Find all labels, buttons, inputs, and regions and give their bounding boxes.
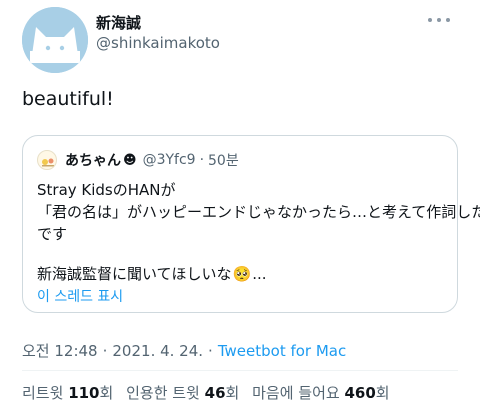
cat-avatar-icon <box>22 7 88 73</box>
more-horizontal-icon[interactable] <box>424 13 454 27</box>
likes-count: 460 <box>344 384 376 402</box>
quote-text-line: です <box>37 225 68 243</box>
separator-dot: · <box>102 342 108 360</box>
separator-dot: · <box>199 152 205 168</box>
retweets-count: 110 <box>68 384 100 402</box>
quote-header: あちゃん ☻ @3Yfc9 · 50분 <box>65 150 239 170</box>
smiley-emoji: ☻ <box>123 152 137 168</box>
quote-text-line-last: 新海誠監督に聞いてほしいな🥺... <box>37 263 267 284</box>
quotes-count: 46 <box>204 384 226 402</box>
tweet-meta: 오전 12:48 · 2021. 4. 24. · Tweetbot for Mac <box>22 340 346 361</box>
tweet-time[interactable]: 오전 12:48 <box>22 342 98 360</box>
quote-author-name[interactable]: あちゃん <box>65 150 121 170</box>
tweet-text: beautiful! <box>22 88 114 110</box>
quoted-tweet[interactable]: あちゃん ☻ @3Yfc9 · 50분 Stray KidsのHANが 「君の名… <box>22 135 480 313</box>
pleading-face-emoji: 🥺 <box>232 265 252 283</box>
likes-unit: 회 <box>375 384 390 402</box>
retweets-stat[interactable]: 리트윗 110회 <box>22 384 113 402</box>
quote-time[interactable]: 50분 <box>208 150 239 170</box>
quote-text-line: Stray KidsのHANが <box>37 181 176 199</box>
author-name[interactable]: 新海誠 <box>96 12 141 33</box>
separator-dot: · <box>208 342 213 360</box>
quote-text: 新海誠監督に聞いてほしいな <box>37 265 232 283</box>
likes-stat[interactable]: 마음에 들어요 460회 <box>252 384 389 402</box>
ellipsis: ... <box>252 265 267 283</box>
quote-avatar-icon[interactable] <box>37 150 57 170</box>
author-avatar[interactable] <box>22 7 88 73</box>
author-handle[interactable]: @shinkaimakoto <box>96 34 220 52</box>
retweets-label: 리트윗 <box>22 384 64 402</box>
tweet-source-link[interactable]: Tweetbot for Mac <box>218 342 346 360</box>
quote-text-line: 「君の名は」がハッピーエンドじゃなかったら…と考えて作詞した曲 <box>37 203 480 221</box>
quotes-stat[interactable]: 인용한 트윗 46회 <box>126 384 239 402</box>
quotes-label: 인용한 트윗 <box>126 384 200 402</box>
quotes-unit: 회 <box>225 384 240 402</box>
likes-label: 마음에 들어요 <box>252 384 340 402</box>
quote-author-handle[interactable]: @3Yfc9 <box>143 152 196 168</box>
tweet-stats: 리트윗 110회 인용한 트윗 46회 마음에 들어요 460회 <box>22 382 398 403</box>
divider <box>22 370 458 371</box>
retweets-unit: 회 <box>99 384 114 402</box>
tweet-date[interactable]: 2021. 4. 24. <box>112 342 203 360</box>
show-thread-link[interactable]: 이 스레드 표시 <box>37 286 123 306</box>
tweet-detail: 新海誠 @shinkaimakoto beautiful! あちゃん ☻ @3Y… <box>0 0 480 411</box>
